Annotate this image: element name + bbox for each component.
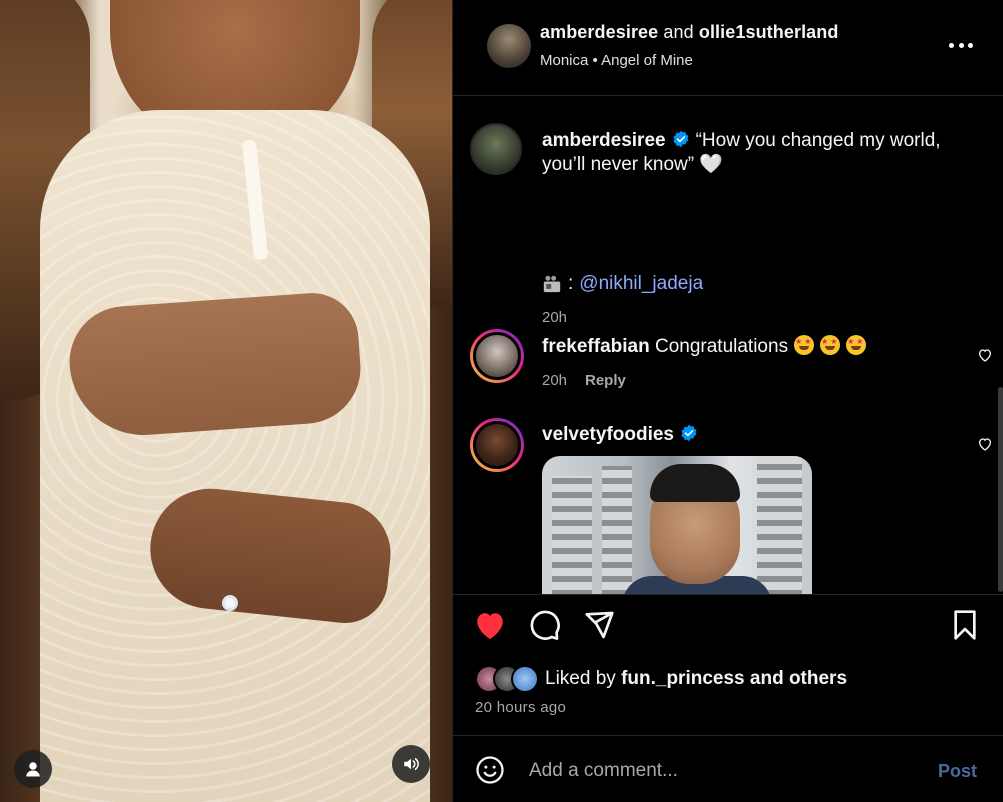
tagged-users-button[interactable] <box>14 750 52 788</box>
media-photo-part <box>40 110 430 802</box>
star-struck-emoji-icon <box>846 335 867 355</box>
comment-username[interactable]: velvetyfoodies <box>542 424 674 445</box>
caption-avatar[interactable] <box>470 123 522 175</box>
comment-time[interactable]: 20h <box>542 372 567 389</box>
comments-list[interactable]: amberdesiree “How you changed my world, y… <box>453 97 1003 594</box>
author-names: amberdesiree and ollie1sutherland <box>540 22 838 43</box>
coauthor-username[interactable]: ollie1sutherland <box>699 22 839 42</box>
post-media[interactable] <box>0 0 452 802</box>
likes-others-link[interactable]: and others <box>750 668 847 689</box>
credit-separator: : <box>568 273 574 294</box>
heart-icon[interactable] <box>473 609 507 641</box>
post-comment-button[interactable]: Post <box>938 761 977 782</box>
comment-text: Congratulations <box>654 336 789 357</box>
more-options-button[interactable] <box>949 35 973 55</box>
post-actions: Liked by fun._princess and others 20 hou… <box>453 594 1003 736</box>
liker-avatar <box>511 665 539 693</box>
verified-icon <box>673 130 689 148</box>
likes-prefix: Liked by <box>545 668 616 689</box>
comment-text-block: frekeffabian Congratulations <box>542 335 867 358</box>
more-icon <box>949 42 954 48</box>
media-photo-part <box>222 595 238 611</box>
verified-icon <box>681 424 697 442</box>
post-side-panel: amberdesiree and ollie1sutherland Monica… <box>452 0 1003 802</box>
emoji-icon[interactable] <box>475 755 505 785</box>
caption-username[interactable]: amberdesiree <box>542 130 666 151</box>
comment-avatar[interactable] <box>470 329 524 383</box>
liker-username[interactable]: fun._princess <box>621 668 745 689</box>
clapper-icon <box>543 275 561 293</box>
reply-button[interactable]: Reply <box>585 372 626 389</box>
bookmark-icon[interactable] <box>951 609 979 641</box>
comment-like-heart-icon[interactable] <box>977 347 993 363</box>
caption-time[interactable]: 20h <box>542 309 567 326</box>
author-avatar[interactable] <box>487 24 531 68</box>
add-comment-bar: Add a comment... Post <box>453 735 1003 802</box>
star-struck-emoji-icon <box>794 335 815 355</box>
caption-text-block: amberdesiree “How you changed my world, y… <box>542 129 972 177</box>
post-timestamp[interactable]: 20 hours ago <box>475 699 566 716</box>
likes-summary[interactable]: Liked by fun._princess and others <box>475 665 847 693</box>
more-icon <box>958 42 964 48</box>
comment-username[interactable]: frekeffabian <box>542 336 650 357</box>
more-icon <box>968 42 973 48</box>
comment-avatar[interactable] <box>470 418 524 472</box>
author-joiner: and <box>663 22 694 42</box>
share-icon[interactable] <box>583 609 615 641</box>
comments-scrollbar[interactable] <box>998 387 1003 592</box>
speaker-icon <box>404 758 419 770</box>
user-icon <box>26 762 40 777</box>
comment-gif-image[interactable] <box>542 456 812 594</box>
comment-text-block: velvetyfoodies <box>542 424 704 446</box>
likes-text: Liked by fun._princess and others <box>545 668 847 690</box>
comment-input[interactable]: Add a comment... <box>529 760 678 782</box>
comment-icon[interactable] <box>529 609 561 641</box>
credit-mention-link[interactable]: @nikhil_jadeja <box>579 273 703 295</box>
author-username[interactable]: amberdesiree <box>540 22 658 42</box>
media-photo-part <box>65 290 365 440</box>
post-header: amberdesiree and ollie1sutherland Monica… <box>453 0 1003 96</box>
comment-like-heart-icon[interactable] <box>977 436 993 452</box>
caption-credit: : @nikhil_jadeja <box>542 273 703 295</box>
sound-toggle-button[interactable] <box>392 745 430 783</box>
star-struck-emoji-icon <box>820 335 841 355</box>
audio-track-link[interactable]: Monica • Angel of Mine <box>540 52 693 69</box>
